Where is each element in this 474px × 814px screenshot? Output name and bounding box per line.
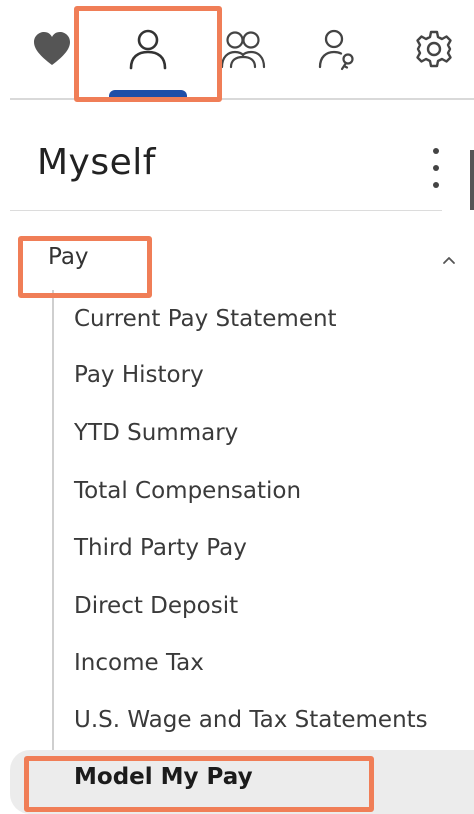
nav-item-third-party-pay[interactable]: Third Party Pay — [74, 535, 247, 561]
chevron-up-icon[interactable] — [441, 254, 457, 266]
nav-item-current-pay-statement[interactable]: Current Pay Statement — [74, 306, 337, 332]
kebab-dot — [433, 148, 439, 154]
nav-item-pay-history[interactable]: Pay History — [74, 362, 204, 388]
kebab-dot — [433, 182, 439, 188]
kebab-dot — [433, 165, 439, 171]
nav-item-wage-tax-statements[interactable]: U.S. Wage and Tax Statements — [74, 707, 428, 733]
gear-icon — [416, 30, 452, 68]
kebab-menu-icon[interactable] — [424, 148, 448, 188]
tab-access[interactable] — [308, 0, 368, 98]
nav-item-model-my-pay[interactable]: Model My Pay — [10, 750, 474, 814]
scrollbar[interactable] — [470, 150, 474, 210]
nav-item-label: Model My Pay — [74, 764, 253, 790]
section-header-pay[interactable]: Pay — [48, 244, 89, 270]
nav-item-total-compensation[interactable]: Total Compensation — [74, 478, 301, 504]
header-divider — [10, 210, 442, 211]
top-nav-bar — [0, 0, 474, 100]
tab-myself[interactable] — [108, 0, 188, 98]
person-icon — [129, 29, 167, 70]
tab-settings[interactable] — [404, 0, 464, 98]
tab-favorites[interactable] — [22, 0, 82, 98]
nav-item-direct-deposit[interactable]: Direct Deposit — [74, 593, 238, 619]
people-icon — [220, 31, 266, 69]
page-title: Myself — [37, 142, 156, 183]
tab-team[interactable] — [210, 0, 276, 98]
heart-icon — [34, 32, 70, 65]
person-key-icon — [318, 29, 354, 71]
nav-item-ytd-summary[interactable]: YTD Summary — [74, 420, 238, 446]
tree-guide-line — [52, 290, 54, 809]
nav-item-income-tax[interactable]: Income Tax — [74, 650, 204, 676]
topbar-divider — [10, 98, 474, 100]
